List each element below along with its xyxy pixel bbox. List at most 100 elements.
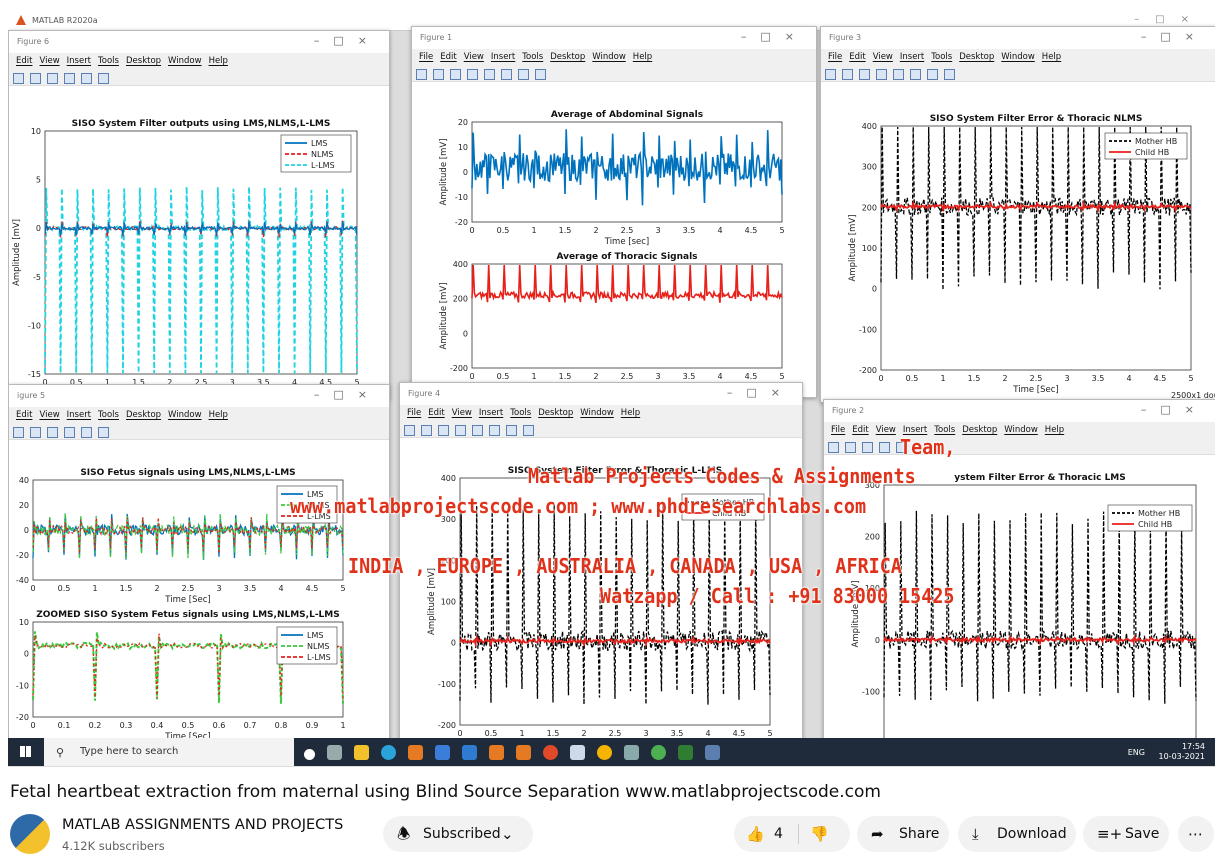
clock[interactable]: 17:54 10-03-2021: [1159, 742, 1206, 762]
matlab-icon-3[interactable]: [516, 745, 531, 760]
link-icon[interactable]: [47, 73, 58, 84]
menu-help[interactable]: Help: [621, 408, 640, 418]
document-icon[interactable]: [570, 745, 585, 760]
menu-insert[interactable]: Insert: [67, 410, 91, 420]
menu-desktop[interactable]: Desktop: [959, 52, 994, 62]
window-controls[interactable]: –□×: [1141, 403, 1208, 416]
menu-desktop[interactable]: Desktop: [126, 56, 161, 66]
pointer-icon[interactable]: [523, 425, 534, 436]
menu-file[interactable]: File: [831, 425, 845, 435]
matlab-icon[interactable]: [408, 745, 423, 760]
menu-help[interactable]: Help: [1042, 52, 1061, 62]
menu-help[interactable]: Help: [209, 56, 228, 66]
menu-desktop[interactable]: Desktop: [126, 410, 161, 420]
pointer-icon[interactable]: [535, 69, 546, 80]
pointer-icon[interactable]: [944, 69, 955, 80]
menu-tools[interactable]: Tools: [931, 52, 952, 62]
subscribed-button[interactable]: 🕭 Subscribed ⌄: [383, 816, 533, 852]
menu-edit[interactable]: Edit: [849, 52, 865, 62]
open-icon[interactable]: [842, 69, 853, 80]
window-controls[interactable]: –□×: [1134, 14, 1205, 25]
window-controls[interactable]: –□×: [314, 34, 381, 47]
menu-insert[interactable]: Insert: [67, 56, 91, 66]
open-icon[interactable]: [845, 442, 856, 453]
colorbar-icon[interactable]: [64, 427, 75, 438]
menu-edit[interactable]: Edit: [428, 408, 444, 418]
menu-insert[interactable]: Insert: [491, 52, 515, 62]
menu-file[interactable]: File: [419, 52, 433, 62]
figure-6-window[interactable]: Figure 6 –□× Edit View Insert Tools Desktop Wi…: [8, 30, 390, 400]
legend-icon[interactable]: [81, 427, 92, 438]
menu-window[interactable]: Window: [1001, 52, 1035, 62]
menu-desktop[interactable]: Desktop: [550, 52, 585, 62]
legend-icon[interactable]: [81, 73, 92, 84]
menu-desktop[interactable]: Desktop: [538, 408, 573, 418]
save-button[interactable]: ≡+ Save: [1083, 816, 1169, 852]
print-icon[interactable]: [467, 69, 478, 80]
dislike-icon[interactable]: 👎: [810, 816, 829, 852]
save-icon[interactable]: [450, 69, 461, 80]
colorbar-icon[interactable]: [489, 425, 500, 436]
menu-file[interactable]: File: [828, 52, 842, 62]
edge-icon[interactable]: [381, 745, 396, 760]
menu-window[interactable]: Window: [168, 56, 202, 66]
legend-icon[interactable]: [927, 69, 938, 80]
menu-window[interactable]: Window: [592, 52, 626, 62]
menu-help[interactable]: Help: [209, 410, 228, 420]
menu-window[interactable]: Window: [1004, 425, 1038, 435]
video-frame[interactable]: MATLAB R2020a –□× Figure 6 –□× Edit View In…: [8, 12, 1215, 767]
menu-view[interactable]: View: [464, 52, 484, 62]
download-button[interactable]: ⤓ Download: [958, 816, 1076, 852]
store-icon[interactable]: [435, 745, 450, 760]
menu-window[interactable]: Window: [168, 410, 202, 420]
paint-icon[interactable]: [705, 745, 720, 760]
print-icon[interactable]: [30, 427, 41, 438]
new-icon[interactable]: [404, 425, 415, 436]
menu-help[interactable]: Help: [1045, 425, 1064, 435]
menu-insert[interactable]: Insert: [900, 52, 924, 62]
menu-tools[interactable]: Tools: [522, 52, 543, 62]
menu-tools[interactable]: Tools: [98, 410, 119, 420]
open-icon[interactable]: [421, 425, 432, 436]
language-indicator[interactable]: ENG: [1128, 748, 1145, 757]
print-icon[interactable]: [455, 425, 466, 436]
save-icon[interactable]: [13, 427, 24, 438]
menu-help[interactable]: Help: [633, 52, 652, 62]
figure-3-window[interactable]: Figure 3 –□× File Edit View Insert Tools Deskt…: [820, 26, 1215, 403]
tool-icon[interactable]: [624, 745, 639, 760]
menu-file[interactable]: File: [407, 408, 421, 418]
menu-tools[interactable]: Tools: [934, 425, 955, 435]
menu-view[interactable]: View: [452, 408, 472, 418]
window-controls[interactable]: –□×: [741, 30, 808, 43]
app-icon[interactable]: [543, 745, 558, 760]
menu-window[interactable]: Window: [580, 408, 614, 418]
link-icon[interactable]: [893, 69, 904, 80]
figure-5-window[interactable]: igure 5 –□× Edit View Insert Tools Desktop Win…: [8, 384, 390, 752]
menu-tools[interactable]: Tools: [510, 408, 531, 418]
legend-icon[interactable]: [518, 69, 529, 80]
taskbar-search[interactable]: ⚲ Type here to search: [44, 738, 294, 766]
new-icon[interactable]: [828, 442, 839, 453]
open-icon[interactable]: [433, 69, 444, 80]
pointer-icon[interactable]: [98, 73, 109, 84]
window-controls[interactable]: –□×: [1141, 30, 1208, 43]
save-icon[interactable]: [13, 73, 24, 84]
more-button[interactable]: ⋯: [1178, 816, 1214, 852]
cortana-icon[interactable]: [304, 749, 315, 760]
window-controls[interactable]: –□×: [727, 386, 794, 399]
menu-view[interactable]: View: [39, 410, 59, 420]
menu-view[interactable]: View: [873, 52, 893, 62]
print-icon[interactable]: [879, 442, 890, 453]
save-icon[interactable]: [859, 69, 870, 80]
matlab-icon-2[interactable]: [489, 745, 504, 760]
new-icon[interactable]: [825, 69, 836, 80]
colorbar-icon[interactable]: [64, 73, 75, 84]
link-icon[interactable]: [47, 427, 58, 438]
menu-edit[interactable]: Edit: [16, 410, 32, 420]
menu-tools[interactable]: Tools: [98, 56, 119, 66]
save-icon[interactable]: [862, 442, 873, 453]
like-icon[interactable]: 👍: [746, 816, 765, 852]
task-view-icon[interactable]: [327, 745, 342, 760]
excel-icon[interactable]: [678, 745, 693, 760]
windows-start-icon[interactable]: [20, 746, 31, 757]
